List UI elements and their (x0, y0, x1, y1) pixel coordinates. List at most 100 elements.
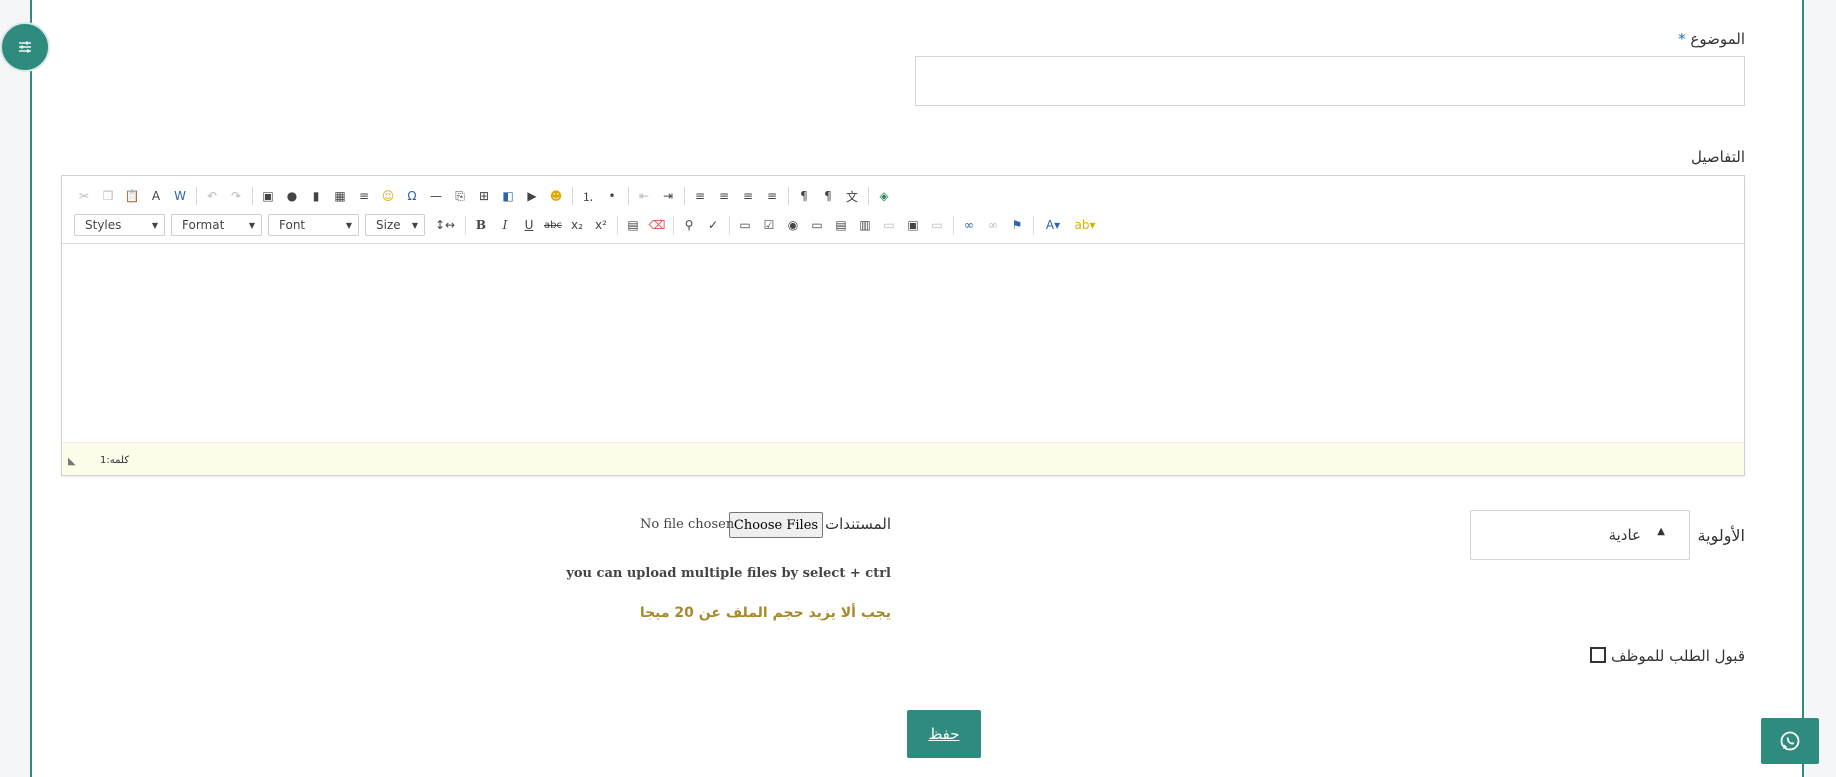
align-justify-icon[interactable]: ≡ (762, 186, 782, 206)
size-combo[interactable]: Size ▼ (365, 214, 425, 236)
required-asterisk: * (1678, 30, 1686, 48)
superscript-icon[interactable]: x² (591, 215, 611, 235)
bulleted-list-icon[interactable]: • (602, 186, 622, 206)
size-combo-label: Size (376, 218, 401, 232)
radio-icon[interactable]: ◉ (783, 215, 803, 235)
indent-icon[interactable]: ⇥ (658, 186, 678, 206)
accept-label: قبول الطلب للموظف (1610, 647, 1745, 665)
textfield-icon[interactable]: ▭ (807, 215, 827, 235)
undo-icon[interactable]: ↶ (202, 186, 222, 206)
editor-content-area[interactable] (62, 244, 1744, 439)
checkbox-icon[interactable]: ☑ (759, 215, 779, 235)
subject-input[interactable] (915, 56, 1745, 106)
chevron-down-icon: ▼ (248, 220, 255, 230)
ltr-icon[interactable]: ¶ (794, 186, 814, 206)
rtl-icon[interactable]: ¶ (818, 186, 838, 206)
gallery-icon[interactable]: ◧ (498, 186, 518, 206)
toolbar-separator (465, 216, 466, 234)
toolbar-separator (1033, 216, 1034, 234)
bold-icon[interactable]: B (471, 215, 491, 235)
word-count: كلمه:1 (100, 455, 129, 466)
toolbar-separator (729, 216, 730, 234)
textarea-icon[interactable]: ▤ (831, 215, 851, 235)
table-icon[interactable]: ▦ (330, 186, 350, 206)
hidden-field-icon[interactable]: ▭ (927, 215, 947, 235)
chart-icon[interactable]: ▮ (306, 186, 326, 206)
spotify-icon[interactable]: ● (282, 186, 302, 206)
align-left-icon[interactable]: ≡ (690, 186, 710, 206)
insert-plus-icon[interactable]: ⊞ (474, 186, 494, 206)
button-icon[interactable]: ▭ (879, 215, 899, 235)
format-combo[interactable]: Format ▼ (171, 214, 262, 236)
copy-icon[interactable]: ❐ (98, 186, 118, 206)
accept-checkbox[interactable] (1590, 647, 1606, 663)
toolbar-separator (628, 187, 629, 205)
italic-icon[interactable]: I (495, 215, 515, 235)
numbered-list-icon[interactable]: ⒈ (578, 186, 598, 206)
line-height-icon[interactable]: ↕↔ (431, 215, 459, 235)
image-button-icon[interactable]: ▣ (903, 215, 923, 235)
priority-value: عادية (1608, 526, 1641, 544)
priority-select[interactable]: عادية ▲ (1470, 510, 1690, 560)
toolbar-separator (684, 187, 685, 205)
anchor-icon[interactable]: ⚑ (1007, 215, 1027, 235)
special-char-icon[interactable]: Ω (402, 186, 422, 206)
cut-icon[interactable]: ✂ (74, 186, 94, 206)
caret-up-icon: ▲ (1657, 526, 1665, 537)
details-label: التفاصيل (1690, 148, 1745, 166)
paste-icon[interactable]: 📋 (122, 186, 142, 206)
horizontal-rule-icon[interactable]: — (426, 186, 446, 206)
map-icon[interactable]: ◈ (874, 186, 894, 206)
youtube-icon[interactable]: ▶ (522, 186, 542, 206)
toolbar-row-2: Styles ▼ Format ▼ Font ▼ Size ▼ ↕↔ B I U… (74, 212, 1103, 238)
underline-icon[interactable]: U (519, 215, 539, 235)
whatsapp-icon (1780, 731, 1800, 751)
spellcheck-icon[interactable]: ✓ (703, 215, 723, 235)
paste-text-icon[interactable]: A (146, 186, 166, 206)
emoji-icon[interactable]: ☻ (546, 186, 566, 206)
no-file-chosen-text: No file chosen (640, 517, 735, 532)
subscript-icon[interactable]: x₂ (567, 215, 587, 235)
editor-toolbar: ✂ ❐ 📋 A W ↶ ↷ ▣ ● ▮ ▦ ≡ ☺ Ω — ⎘ ⊞ ◧ ▶ ☻ … (62, 176, 1744, 244)
form-icon[interactable]: ▭ (735, 215, 755, 235)
link-icon[interactable]: ∞ (959, 215, 979, 235)
text-color-icon[interactable]: A▾ (1039, 215, 1067, 235)
align-center-icon[interactable]: ≡ (714, 186, 734, 206)
rich-text-editor: ✂ ❐ 📋 A W ↶ ↷ ▣ ● ▮ ▦ ≡ ☺ Ω — ⎘ ⊞ ◧ ▶ ☻ … (61, 175, 1745, 476)
choose-files-button[interactable]: Choose Files (729, 512, 823, 538)
select-icon[interactable]: ▥ (855, 215, 875, 235)
toolbar-separator (617, 216, 618, 234)
settings-sliders-button[interactable] (0, 22, 50, 72)
bg-color-icon[interactable]: ab▾ (1071, 215, 1099, 235)
image-icon[interactable]: ▣ (258, 186, 278, 206)
toolbar-separator (252, 187, 253, 205)
documents-label: المستندات (824, 515, 891, 533)
whatsapp-button[interactable] (1761, 718, 1819, 764)
subject-label: الموضوع (1690, 30, 1745, 48)
chevron-down-icon: ▼ (151, 220, 158, 230)
styles-combo[interactable]: Styles ▼ (74, 214, 165, 236)
unlink-icon[interactable]: ∞ (983, 215, 1003, 235)
resize-grip-icon[interactable]: ◣ (68, 456, 76, 467)
strike-icon[interactable]: abc (543, 215, 563, 235)
toolbar-separator (572, 187, 573, 205)
find-icon[interactable]: ⚲ (679, 215, 699, 235)
align-right-icon[interactable]: ≡ (738, 186, 758, 206)
font-combo[interactable]: Font ▼ (268, 214, 359, 236)
multi-upload-hint: you can upload multiple files by select … (566, 566, 891, 581)
language-icon[interactable]: 文 (842, 186, 862, 206)
priority-label: الأولوية (1697, 526, 1745, 545)
format-combo-label: Format (182, 218, 225, 232)
page-break-icon[interactable]: ⎘ (450, 186, 470, 206)
toolbar-separator (673, 216, 674, 234)
text-direction-icon[interactable]: ≡ (354, 186, 374, 206)
paste-word-icon[interactable]: W (170, 186, 190, 206)
remove-format-icon[interactable]: ⌫ (647, 215, 667, 235)
smiley-icon[interactable]: ☺ (378, 186, 398, 206)
file-size-hint: يجب ألا يزيد حجم الملف عن 20 ميجا (639, 605, 891, 621)
outdent-icon[interactable]: ⇤ (634, 186, 654, 206)
toolbar-row-1: ✂ ❐ 📋 A W ↶ ↷ ▣ ● ▮ ▦ ≡ ☺ Ω — ⎘ ⊞ ◧ ▶ ☻ … (74, 183, 898, 209)
redo-icon[interactable]: ↷ (226, 186, 246, 206)
pdf-icon[interactable]: ▤ (623, 215, 643, 235)
save-button[interactable]: حفظ (907, 710, 981, 758)
